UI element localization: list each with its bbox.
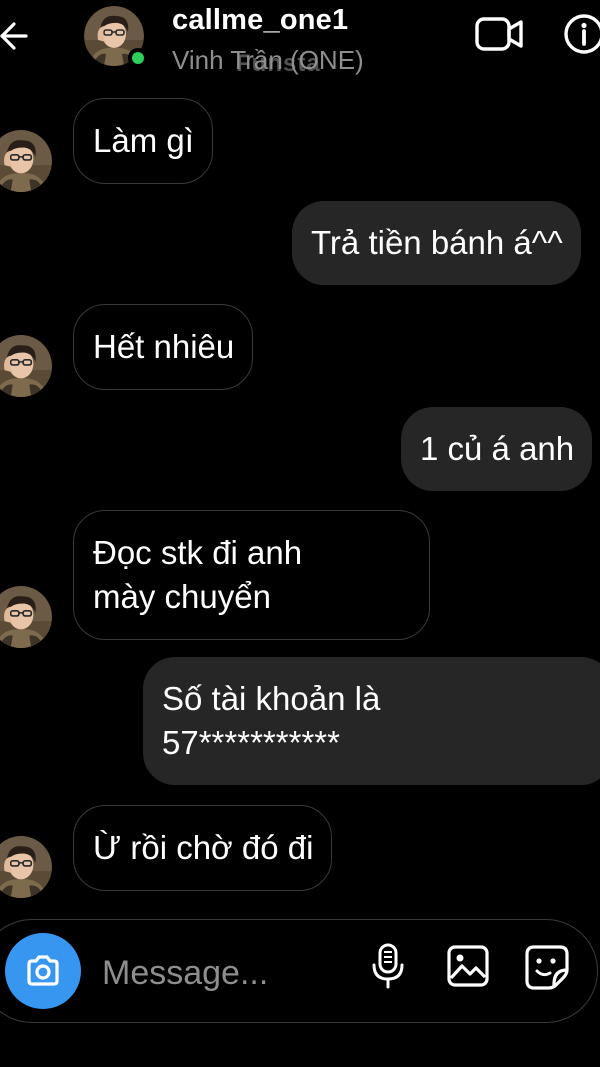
contact-username[interactable]: callme_one1 [172,4,348,37]
gallery-icon [447,945,489,987]
message-text-line: Đọc stk đi anh [93,534,303,571]
message-text-line: mày chuyển [93,578,271,615]
message-text: Hết nhiêu [93,328,235,365]
sticker-button[interactable] [524,944,570,990]
video-camera-icon [475,17,523,51]
video-call-button[interactable] [474,14,526,54]
message-input[interactable] [102,950,352,996]
sticker-icon [525,945,569,990]
message-text-line: 57*********** [162,724,340,761]
microphone-icon [372,943,404,989]
sender-avatar[interactable] [0,586,52,648]
message-text: Làm gì [93,122,194,159]
camera-button[interactable] [5,933,81,1009]
sender-avatar[interactable] [0,836,52,898]
message-sent[interactable]: Số tài khoản là 57*********** [143,657,600,785]
message-sent[interactable]: 1 củ á anh [401,407,593,491]
gallery-button[interactable] [446,944,490,988]
arrow-left-icon [0,22,28,50]
sender-avatar[interactable] [0,130,52,192]
voice-message-button[interactable] [370,942,406,990]
message-received[interactable]: Ừ rồi chờ đó đi [73,805,333,891]
online-status-dot [128,48,148,68]
message-sent[interactable]: Trả tiền bánh á^^ [292,201,581,285]
back-button[interactable] [0,16,34,56]
message-text-line: Số tài khoản là [162,680,381,717]
message-received[interactable]: Hết nhiêu [73,304,254,390]
camera-icon [27,955,59,986]
message-text: Trả tiền bánh á^^ [311,224,563,261]
message-text: 1 củ á anh [420,430,575,467]
contact-avatar[interactable] [84,6,148,68]
chat-header: callme_one1 Vinh Trần (ONE) Funsta [0,0,600,90]
message-received[interactable]: Làm gì [73,98,213,184]
message-received[interactable]: Đọc stk đi anh mày chuyển [73,510,430,640]
sender-avatar[interactable] [0,335,52,397]
info-icon [564,14,600,54]
info-button[interactable] [562,12,600,56]
watermark: Funsta [236,50,321,77]
message-text: Ừ rồi chờ đó đi [93,829,314,866]
